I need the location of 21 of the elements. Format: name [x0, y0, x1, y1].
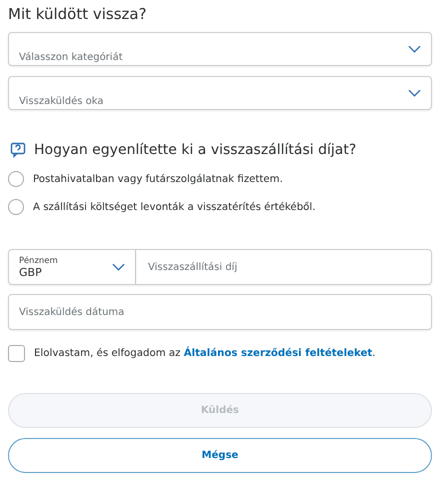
cancel-button[interactable]: Mégse — [8, 438, 432, 473]
dropdown-field[interactable]: Válasszon kategóriát — [8, 32, 432, 66]
currency-value: GBP — [19, 266, 43, 278]
radio-label[interactable]: Postahivatalban vagy futárszolgálatnak fizettem. — [33, 174, 283, 184]
date-input[interactable]: Visszaküldés dátuma — [8, 294, 432, 330]
terms-link[interactable]: Általános szerződési feltételeket — [184, 348, 372, 359]
currency-label: Pénznem — [19, 256, 58, 266]
terms-text: Elolvastam, és elfogadom az Általános szerződési feltételeket. — [34, 348, 376, 359]
radio-label[interactable]: A szállítási költséget levonták a visszatérítés értékéből. — [33, 202, 316, 212]
radio-button[interactable] — [8, 199, 24, 215]
help-icon — [10, 142, 26, 158]
radio-button[interactable] — [8, 171, 24, 187]
currency-dropdown[interactable]: Pénznem GBP — [8, 249, 136, 285]
section-title: Mit küldött vissza? — [8, 4, 148, 24]
chevron-down-icon — [408, 45, 421, 53]
dropdown-field[interactable]: Visszaküldés oka — [8, 76, 432, 110]
terms-checkbox[interactable] — [8, 345, 25, 362]
amount-input[interactable]: Visszaszállítási díj — [136, 249, 432, 285]
question-heading: Hogyan egyenlítette ki a visszaszállítási díjat? — [34, 142, 356, 158]
chevron-down-icon — [408, 89, 421, 97]
chevron-down-icon — [112, 263, 125, 271]
